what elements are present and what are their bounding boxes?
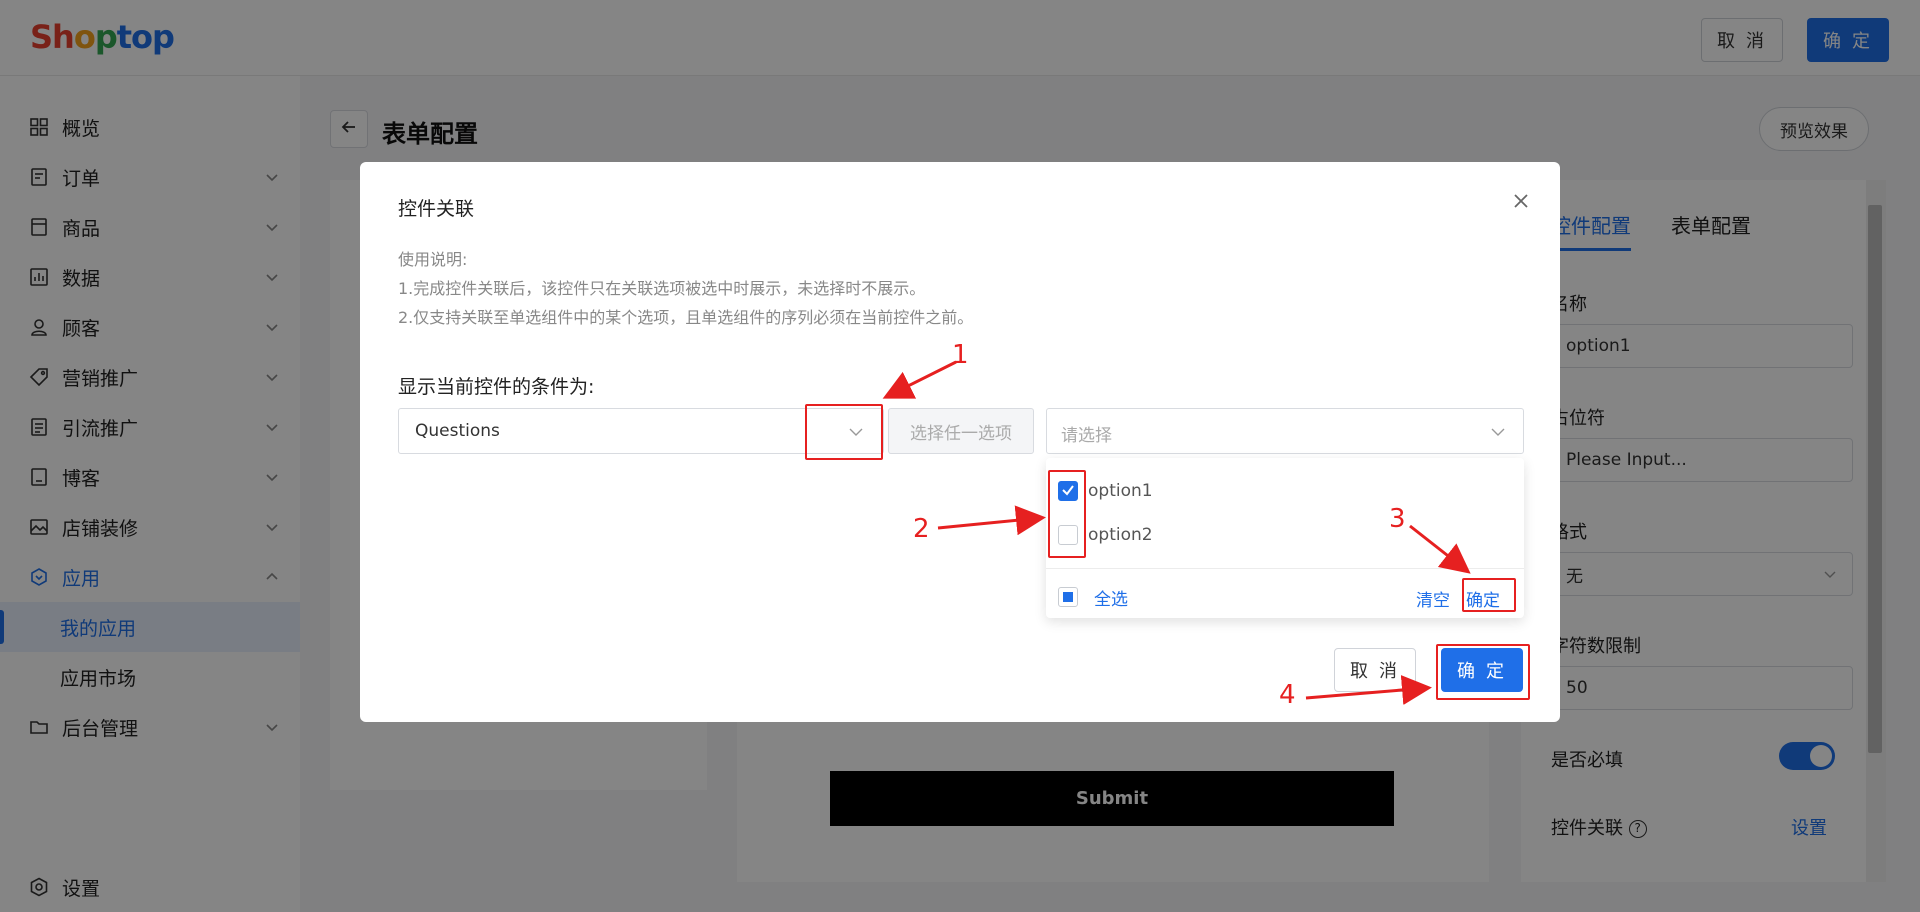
usage-title: 使用说明: [398,250,468,269]
modal-title: 控件关联 [398,198,475,220]
annotation-number-1: 1 [952,340,969,370]
annotation-box-4 [1436,644,1530,700]
close-icon[interactable] [1510,190,1534,214]
question-select-value: Questions [415,421,500,441]
select-all[interactable]: 全选 [1058,582,1128,612]
checkbox-indeterminate[interactable] [1058,587,1078,607]
modal-cancel-button[interactable]: 取 消 [1334,648,1416,692]
option-label: option1 [1088,481,1153,501]
condition-label: 显示当前控件的条件为: [398,376,595,398]
annotation-box-3 [1462,578,1516,612]
usage-line-1: 1.完成控件关联后，该控件只在关联选项被选中时展示，未选择时不展示。 [398,279,926,298]
option-label: option2 [1088,525,1153,545]
link-control-modal: 控件关联 使用说明: 1.完成控件关联后，该控件只在关联选项被选中时展示，未选择… [360,162,1560,722]
clear-link[interactable]: 清空 [1416,586,1450,611]
chevron-down-icon [1489,423,1507,441]
any-option-button[interactable]: 选择任一选项 [888,408,1034,454]
annotation-number-4: 4 [1279,680,1296,710]
usage-line-2: 2.仅支持关联至单选组件中的某个选项，且单选组件的序列必须在当前控件之前。 [398,308,974,327]
select-all-label: 全选 [1094,589,1128,610]
annotation-number-3: 3 [1389,504,1406,534]
option-select-placeholder: 请选择 [1061,426,1112,446]
annotation-box-2 [1048,470,1086,558]
annotation-box-1 [805,404,883,460]
option-dropdown: option1 option2 全选 清空 确定 [1046,458,1524,618]
option-select[interactable]: 请选择 [1046,408,1524,454]
dropdown-divider [1046,568,1524,569]
annotation-number-2: 2 [913,514,930,544]
